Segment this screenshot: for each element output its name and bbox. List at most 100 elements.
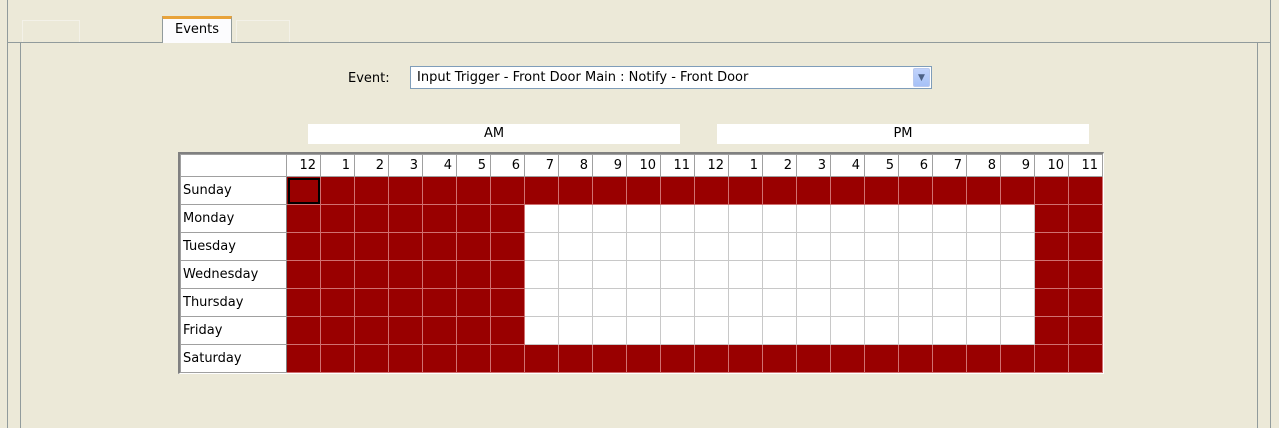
schedule-cell[interactable]	[1000, 232, 1035, 261]
schedule-cell[interactable]	[524, 176, 559, 205]
schedule-cell[interactable]	[524, 316, 559, 345]
schedule-cell[interactable]	[354, 232, 389, 261]
schedule-cell[interactable]	[966, 344, 1001, 373]
schedule-cell[interactable]	[286, 344, 321, 373]
schedule-cell[interactable]	[592, 176, 627, 205]
schedule-cell[interactable]	[762, 176, 797, 205]
schedule-cell[interactable]	[354, 344, 389, 373]
schedule-cell[interactable]	[1034, 176, 1069, 205]
schedule-cell[interactable]	[286, 260, 321, 289]
schedule-cell[interactable]	[456, 232, 491, 261]
schedule-cell[interactable]	[728, 344, 763, 373]
schedule-cell[interactable]	[490, 344, 525, 373]
schedule-cell[interactable]	[1000, 344, 1035, 373]
tab-events[interactable]: Events	[162, 16, 232, 43]
day-label[interactable]: Sunday	[180, 176, 287, 205]
schedule-cell[interactable]	[1000, 176, 1035, 205]
schedule-cell[interactable]	[864, 204, 899, 233]
hour-header[interactable]: 3	[796, 154, 831, 177]
schedule-cell[interactable]	[966, 176, 1001, 205]
schedule-cell[interactable]	[694, 232, 729, 261]
hour-header[interactable]: 4	[830, 154, 865, 177]
schedule-cell[interactable]	[320, 344, 355, 373]
schedule-cell[interactable]	[864, 316, 899, 345]
schedule-cell[interactable]	[762, 204, 797, 233]
schedule-cell[interactable]	[490, 260, 525, 289]
schedule-cell[interactable]	[456, 344, 491, 373]
schedule-cell[interactable]	[1068, 288, 1103, 317]
schedule-cell[interactable]	[966, 232, 1001, 261]
schedule-cell[interactable]	[558, 232, 593, 261]
schedule-cell[interactable]	[1034, 316, 1069, 345]
schedule-cell[interactable]	[626, 260, 661, 289]
schedule-cell[interactable]	[966, 260, 1001, 289]
schedule-cell[interactable]	[694, 316, 729, 345]
schedule-cell[interactable]	[864, 288, 899, 317]
schedule-cell[interactable]	[286, 316, 321, 345]
schedule-cell[interactable]	[388, 176, 423, 205]
hour-header[interactable]: 2	[354, 154, 389, 177]
schedule-cell[interactable]	[1034, 204, 1069, 233]
schedule-cell[interactable]	[830, 260, 865, 289]
schedule-cell[interactable]	[660, 288, 695, 317]
schedule-cell[interactable]	[422, 260, 457, 289]
schedule-cell[interactable]	[762, 232, 797, 261]
schedule-cell[interactable]	[728, 176, 763, 205]
schedule-cell[interactable]	[286, 204, 321, 233]
schedule-cell[interactable]	[626, 288, 661, 317]
day-label[interactable]: Tuesday	[180, 232, 287, 261]
schedule-cell[interactable]	[320, 232, 355, 261]
schedule-cell[interactable]	[898, 260, 933, 289]
schedule-cell[interactable]	[456, 176, 491, 205]
hour-header[interactable]: 10	[1034, 154, 1069, 177]
schedule-cell[interactable]	[966, 316, 1001, 345]
schedule-cell[interactable]	[320, 316, 355, 345]
schedule-cell[interactable]	[592, 288, 627, 317]
schedule-cell[interactable]	[592, 260, 627, 289]
schedule-cell[interactable]	[796, 204, 831, 233]
schedule-cell[interactable]	[762, 316, 797, 345]
schedule-cell[interactable]	[1068, 344, 1103, 373]
schedule-cell[interactable]	[1034, 288, 1069, 317]
hour-header[interactable]: 8	[558, 154, 593, 177]
schedule-cell[interactable]	[558, 288, 593, 317]
hour-header[interactable]: 12	[694, 154, 729, 177]
schedule-cell[interactable]	[762, 344, 797, 373]
day-label[interactable]: Wednesday	[180, 260, 287, 289]
schedule-cell[interactable]	[1000, 260, 1035, 289]
schedule-cell[interactable]	[422, 344, 457, 373]
schedule-cell[interactable]	[558, 260, 593, 289]
schedule-cell[interactable]	[898, 232, 933, 261]
schedule-cell[interactable]	[932, 176, 967, 205]
schedule-cell[interactable]	[422, 204, 457, 233]
schedule-cell[interactable]	[1034, 260, 1069, 289]
hour-header[interactable]: 7	[524, 154, 559, 177]
schedule-cell[interactable]	[898, 344, 933, 373]
schedule-cell[interactable]	[320, 204, 355, 233]
schedule-cell[interactable]	[932, 232, 967, 261]
schedule-cell[interactable]	[1034, 344, 1069, 373]
schedule-cell[interactable]	[898, 176, 933, 205]
schedule-cell[interactable]	[694, 288, 729, 317]
schedule-cell[interactable]	[694, 204, 729, 233]
schedule-cell[interactable]	[558, 204, 593, 233]
day-label[interactable]: Thursday	[180, 288, 287, 317]
schedule-cell[interactable]	[830, 344, 865, 373]
schedule-cell[interactable]	[592, 232, 627, 261]
schedule-cell[interactable]	[626, 232, 661, 261]
schedule-cell[interactable]	[864, 344, 899, 373]
hour-header[interactable]: 8	[966, 154, 1001, 177]
schedule-cell[interactable]	[660, 260, 695, 289]
schedule-cell[interactable]	[1000, 288, 1035, 317]
schedule-cell[interactable]	[932, 316, 967, 345]
hour-header[interactable]: 12	[286, 154, 321, 177]
schedule-cell[interactable]	[422, 316, 457, 345]
schedule-cell[interactable]	[1068, 176, 1103, 205]
schedule-cell[interactable]	[388, 260, 423, 289]
schedule-cell[interactable]	[354, 176, 389, 205]
schedule-cell[interactable]	[932, 344, 967, 373]
schedule-cell[interactable]	[830, 176, 865, 205]
schedule-cell[interactable]	[354, 260, 389, 289]
schedule-cell[interactable]	[966, 288, 1001, 317]
day-label[interactable]: Saturday	[180, 344, 287, 373]
